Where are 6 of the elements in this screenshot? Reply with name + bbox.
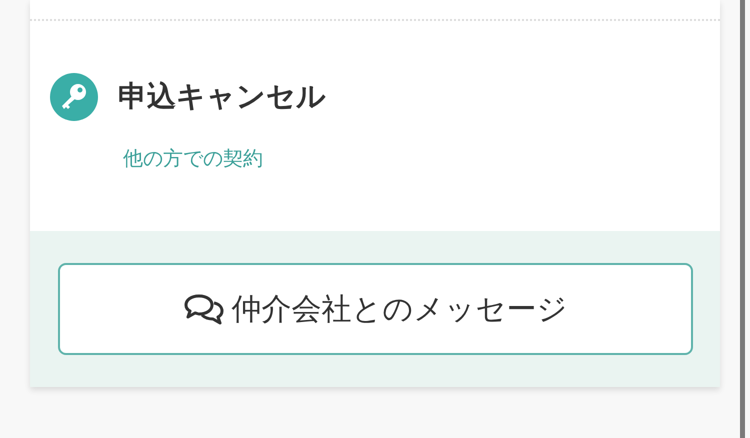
message-button[interactable]: 仲介会社とのメッセージ — [58, 263, 693, 355]
status-reason: 他の方での契約 — [123, 145, 264, 172]
key-icon — [50, 73, 98, 121]
chat-icon — [184, 293, 224, 325]
scrollbar[interactable] — [740, 0, 745, 438]
status-title: 申込キャンセル — [118, 78, 326, 115]
